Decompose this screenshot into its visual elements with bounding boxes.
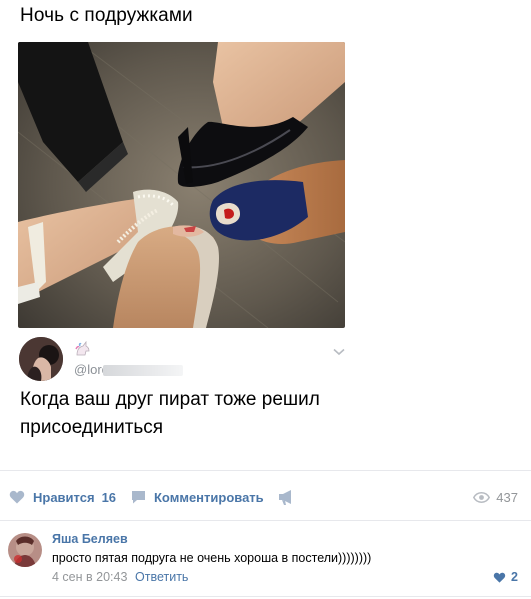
chevron-down-icon[interactable] (333, 343, 345, 356)
unicorn-icon (74, 340, 92, 357)
like-label: Нравится (33, 489, 95, 505)
eye-icon (473, 491, 491, 503)
post-photo[interactable] (18, 42, 345, 328)
views-count: 437 (496, 489, 518, 505)
heart-icon (493, 572, 506, 583)
tweet-avatar[interactable] (19, 337, 63, 381)
divider (0, 596, 531, 597)
comment-text: просто пятая подруга не очень хороша в п… (52, 551, 372, 565)
share-megaphone-icon (279, 490, 291, 505)
comment-button[interactable]: Комментировать (131, 488, 264, 506)
like-count: 16 (101, 489, 117, 505)
comment-avatar[interactable] (8, 533, 42, 567)
comment-item: Яша Беляев просто пятая подруга не очень… (0, 521, 531, 596)
comment-author[interactable]: Яша Беляев (52, 532, 128, 546)
views-counter: 437 (473, 488, 518, 506)
post-title: Ночь с подружками (20, 5, 193, 26)
comment-icon (132, 491, 145, 504)
like-button[interactable]: Нравится 16 (9, 488, 116, 506)
comment-like-count: 2 (511, 570, 518, 584)
comment-label: Комментировать (154, 489, 264, 505)
post-action-bar: Нравится 16 Комментировать 437 (0, 471, 531, 520)
heart-icon (9, 490, 25, 504)
comment-date[interactable]: 4 сен в 20:43 (52, 570, 127, 584)
tweet-text: Когда ваш друг пират тоже решил присоеди… (20, 389, 320, 438)
handle-redaction (103, 365, 183, 376)
reply-button[interactable]: Ответить (135, 570, 188, 584)
share-button[interactable] (277, 488, 295, 506)
comment-like-button[interactable]: 2 (493, 570, 518, 584)
